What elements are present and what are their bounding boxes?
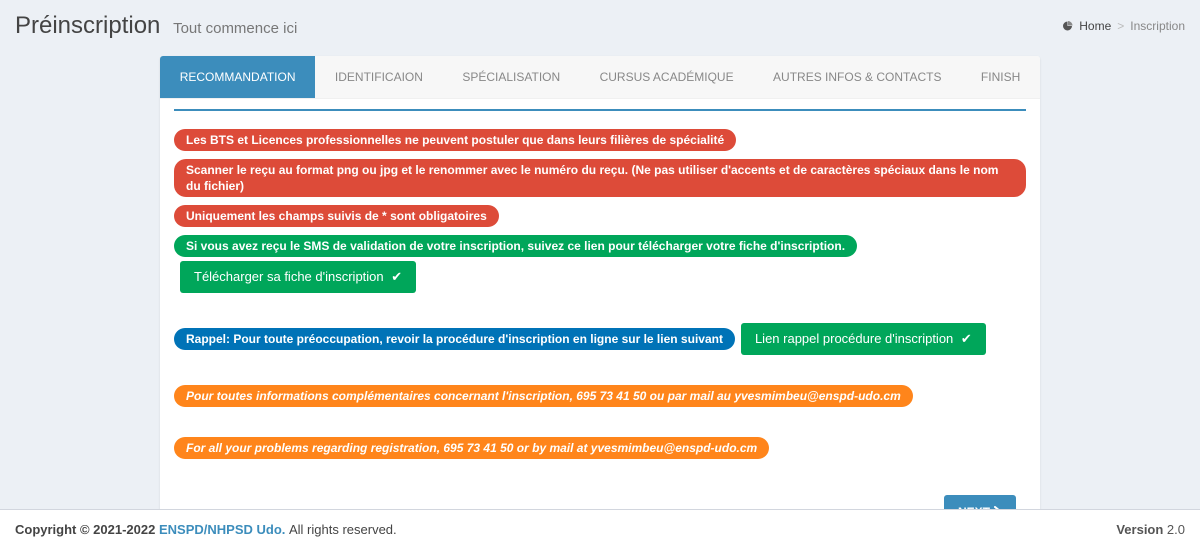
check-icon: ✔	[961, 331, 972, 346]
notice-orange-1: Pour toutes informations complémentaires…	[174, 385, 913, 407]
dashboard-icon	[1061, 19, 1073, 33]
notice-red-2: Scanner le reçu au format png ou jpg et …	[174, 159, 1026, 197]
tab-recommandation[interactable]: RECOMMANDATION	[160, 56, 315, 98]
tab-identification[interactable]: IDENTIFICAION	[315, 56, 442, 98]
footer-copyright-suffix: All rights reserved.	[289, 522, 397, 537]
footer-org-link[interactable]: ENSPD/NHPSD Udo.	[159, 522, 285, 537]
breadcrumb-current: Inscription	[1130, 19, 1185, 33]
notice-red-3: Uniquement les champs suivis de * sont o…	[174, 205, 499, 227]
wizard-card: RECOMMANDATION IDENTIFICAION SPÉCIALISAT…	[160, 56, 1040, 549]
procedure-link-button[interactable]: Lien rappel procédure d'inscription ✔	[741, 323, 986, 355]
check-icon: ✔	[391, 269, 402, 284]
footer-version: 2.0	[1163, 522, 1185, 537]
procedure-link-label: Lien rappel procédure d'inscription	[755, 331, 953, 346]
footer-version-label: Version	[1116, 522, 1163, 537]
footer-copyright-prefix: Copyright © 2021-2022	[15, 522, 159, 537]
tab-autres-infos[interactable]: AUTRES INFOS & CONTACTS	[753, 56, 961, 98]
wizard-tabs: RECOMMANDATION IDENTIFICAION SPÉCIALISAT…	[160, 56, 1040, 99]
download-fiche-button[interactable]: Télécharger sa fiche d'inscription ✔	[180, 261, 416, 293]
tab-progress-bar	[174, 109, 1026, 111]
page-title: Préinscription	[15, 12, 160, 39]
page-subtitle: Tout commence ici	[173, 20, 297, 37]
notice-orange-2: For all your problems regarding registra…	[174, 437, 769, 459]
notice-blue-1: Rappel: Pour toute préoccupation, revoir…	[174, 328, 735, 350]
notice-green-1: Si vous avez reçu le SMS de validation d…	[174, 235, 857, 257]
tab-finish[interactable]: FINISH	[961, 56, 1040, 98]
breadcrumb: Home > Inscription	[1061, 19, 1185, 33]
notice-red-1: Les BTS et Licences professionnelles ne …	[174, 129, 736, 151]
tab-cursus[interactable]: CURSUS ACADÉMIQUE	[580, 56, 753, 98]
tab-specialisation[interactable]: SPÉCIALISATION	[443, 56, 580, 98]
breadcrumb-separator: >	[1117, 19, 1124, 33]
breadcrumb-home[interactable]: Home	[1079, 19, 1111, 33]
footer: Copyright © 2021-2022 ENSPD/NHPSD Udo. A…	[0, 509, 1200, 549]
download-fiche-label: Télécharger sa fiche d'inscription	[194, 269, 384, 284]
